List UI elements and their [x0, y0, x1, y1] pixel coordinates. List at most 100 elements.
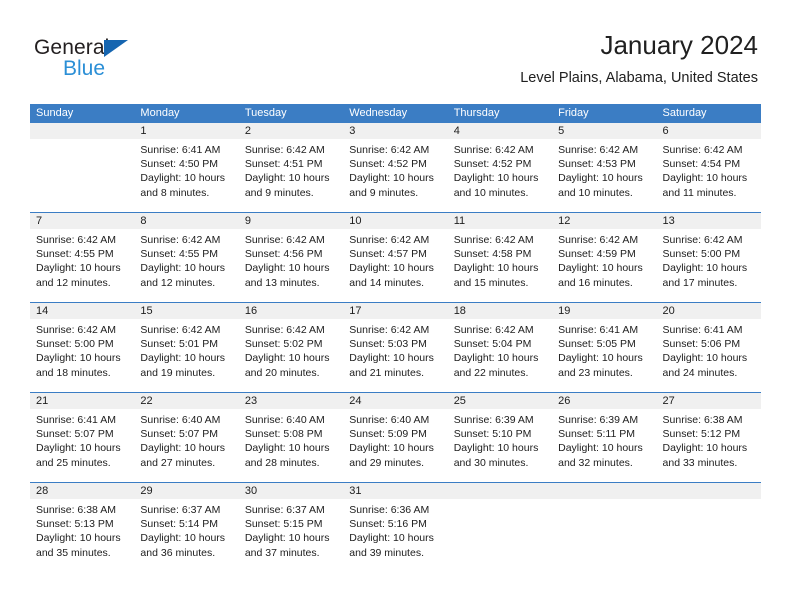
- day-number: [447, 483, 553, 499]
- week-row: 28 Sunrise: 6:38 AM Sunset: 5:13 PM Dayligh…: [30, 482, 761, 572]
- sunset-text: Sunset: 5:14 PM: [140, 518, 219, 531]
- day-cell[interactable]: 20 Sunrise: 6:41 AM Sunset: 5:06 PM Dayligh…: [656, 303, 761, 392]
- sunset-text: Sunset: 4:52 PM: [453, 158, 532, 171]
- day-cell[interactable]: 16 Sunrise: 6:42 AM Sunset: 5:02 PM Dayligh…: [238, 303, 344, 392]
- day-number: 7: [30, 213, 135, 229]
- day-cell[interactable]: 17 Sunrise: 6:42 AM Sunset: 5:03 PM Dayligh…: [343, 303, 448, 392]
- day-details: Sunrise: 6:42 AM Sunset: 5:01 PM Daylight:…: [134, 319, 238, 380]
- sunset-text: Sunset: 4:53 PM: [558, 158, 636, 171]
- sunset-text: Sunset: 5:06 PM: [662, 338, 741, 351]
- day-cell[interactable]: 8 Sunrise: 6:42 AM Sunset: 4:55 PM Daylight…: [134, 213, 239, 302]
- day-cell[interactable]: 28 Sunrise: 6:38 AM Sunset: 5:13 PM Dayligh…: [30, 483, 135, 572]
- day-cell[interactable]: 14 Sunrise: 6:42 AM Sunset: 5:00 PM Dayligh…: [30, 303, 135, 392]
- sunrise-text: Sunrise: 6:36 AM: [349, 504, 430, 516]
- day-number: 3: [343, 123, 448, 139]
- sunset-text: Sunset: 5:04 PM: [453, 338, 532, 351]
- day-cell[interactable]: 2 Sunrise: 6:42 AM Sunset: 4:51 PM Daylight…: [238, 123, 344, 212]
- day-cell[interactable]: 25 Sunrise: 6:39 AM Sunset: 5:10 PM Dayligh…: [447, 393, 553, 482]
- day-cell[interactable]: 24 Sunrise: 6:40 AM Sunset: 5:09 PM Dayligh…: [343, 393, 448, 482]
- calendar-weeks: 1 Sunrise: 6:41 AM Sunset: 4:50 PM Daylight…: [30, 123, 761, 572]
- sunset-text: Sunset: 4:55 PM: [36, 248, 114, 261]
- day-number: 25: [447, 393, 553, 409]
- daylight-text: Daylight: 10 hours and 14 minutes.: [349, 262, 434, 289]
- daylight-text: Daylight: 10 hours and 9 minutes.: [244, 172, 330, 199]
- day-details: Sunrise: 6:42 AM Sunset: 4:54 PM Daylight:…: [657, 139, 761, 200]
- day-cell[interactable]: 7 Sunrise: 6:42 AM Sunset: 4:55 PM Daylight…: [30, 213, 135, 302]
- general-blue-logo: General Blue: [34, 36, 214, 92]
- day-cell-empty: [552, 483, 657, 572]
- daylight-text: Daylight: 10 hours and 27 minutes.: [140, 442, 226, 469]
- sunset-text: Sunset: 5:01 PM: [140, 338, 219, 351]
- day-details: Sunrise: 6:42 AM Sunset: 4:53 PM Daylight:…: [552, 139, 656, 200]
- day-cell[interactable]: 23 Sunrise: 6:40 AM Sunset: 5:08 PM Dayligh…: [238, 393, 344, 482]
- day-details: Sunrise: 6:42 AM Sunset: 4:58 PM Daylight:…: [448, 229, 552, 290]
- week-row: 7 Sunrise: 6:42 AM Sunset: 4:55 PM Daylight…: [30, 212, 761, 302]
- day-number: 22: [134, 393, 239, 409]
- day-cell[interactable]: 5 Sunrise: 6:42 AM Sunset: 4:53 PM Daylight…: [552, 123, 657, 212]
- day-number: 2: [238, 123, 344, 139]
- weekday-header-saturday: Saturday: [662, 107, 707, 119]
- weekday-header-sunday: Sunday: [36, 107, 74, 119]
- day-details: Sunrise: 6:41 AM Sunset: 5:07 PM Daylight:…: [30, 409, 134, 470]
- day-cell[interactable]: 29 Sunrise: 6:37 AM Sunset: 5:14 PM Dayligh…: [134, 483, 239, 572]
- day-details: Sunrise: 6:39 AM Sunset: 5:11 PM Daylight:…: [552, 409, 656, 470]
- sunrise-text: Sunrise: 6:37 AM: [244, 504, 325, 516]
- sunrise-text: Sunrise: 6:42 AM: [558, 144, 639, 156]
- daylight-text: Daylight: 10 hours and 20 minutes.: [244, 352, 330, 379]
- day-cell[interactable]: 31 Sunrise: 6:36 AM Sunset: 5:16 PM Dayligh…: [343, 483, 448, 572]
- day-cell[interactable]: 27 Sunrise: 6:38 AM Sunset: 5:12 PM Dayligh…: [656, 393, 761, 482]
- sunrise-text: Sunrise: 6:39 AM: [453, 414, 534, 426]
- daylight-text: Daylight: 10 hours and 12 minutes.: [36, 262, 121, 289]
- day-cell[interactable]: 12 Sunrise: 6:42 AM Sunset: 4:59 PM Dayligh…: [552, 213, 657, 302]
- day-cell[interactable]: 1 Sunrise: 6:41 AM Sunset: 4:50 PM Daylight…: [134, 123, 239, 212]
- day-details: Sunrise: 6:36 AM Sunset: 5:16 PM Daylight:…: [343, 499, 447, 560]
- sunrise-text: Sunrise: 6:38 AM: [662, 414, 743, 426]
- day-cell[interactable]: 3 Sunrise: 6:42 AM Sunset: 4:52 PM Daylight…: [343, 123, 448, 212]
- sunrise-text: Sunrise: 6:42 AM: [558, 234, 639, 246]
- sunrise-text: Sunrise: 6:42 AM: [453, 234, 534, 246]
- day-number: 15: [134, 303, 239, 319]
- daylight-text: Daylight: 10 hours and 10 minutes.: [558, 172, 643, 199]
- day-details: Sunrise: 6:40 AM Sunset: 5:07 PM Daylight:…: [134, 409, 238, 470]
- daylight-text: Daylight: 10 hours and 22 minutes.: [453, 352, 539, 379]
- week-cells: 7 Sunrise: 6:42 AM Sunset: 4:55 PM Daylight…: [30, 213, 761, 302]
- sunrise-text: Sunrise: 6:40 AM: [140, 414, 221, 426]
- day-cell[interactable]: 13 Sunrise: 6:42 AM Sunset: 5:00 PM Dayligh…: [656, 213, 761, 302]
- day-cell[interactable]: 30 Sunrise: 6:37 AM Sunset: 5:15 PM Dayligh…: [238, 483, 344, 572]
- daylight-text: Daylight: 10 hours and 21 minutes.: [349, 352, 434, 379]
- day-number: 6: [656, 123, 761, 139]
- day-cell[interactable]: 11 Sunrise: 6:42 AM Sunset: 4:58 PM Dayligh…: [447, 213, 553, 302]
- daylight-text: Daylight: 10 hours and 37 minutes.: [244, 532, 330, 559]
- day-cell[interactable]: 21 Sunrise: 6:41 AM Sunset: 5:07 PM Dayligh…: [30, 393, 135, 482]
- sunset-text: Sunset: 5:07 PM: [36, 428, 114, 441]
- day-details: Sunrise: 6:41 AM Sunset: 5:05 PM Daylight:…: [552, 319, 656, 380]
- day-number: 31: [343, 483, 448, 499]
- day-details: Sunrise: 6:38 AM Sunset: 5:13 PM Daylight:…: [30, 499, 134, 560]
- day-cell[interactable]: 19 Sunrise: 6:41 AM Sunset: 5:05 PM Dayligh…: [552, 303, 657, 392]
- day-cell[interactable]: 18 Sunrise: 6:42 AM Sunset: 5:04 PM Dayligh…: [447, 303, 553, 392]
- sunrise-text: Sunrise: 6:37 AM: [140, 504, 221, 516]
- day-cell[interactable]: 10 Sunrise: 6:42 AM Sunset: 4:57 PM Dayligh…: [343, 213, 448, 302]
- day-details: Sunrise: 6:42 AM Sunset: 5:03 PM Daylight:…: [343, 319, 447, 380]
- sunrise-text: Sunrise: 6:42 AM: [36, 234, 116, 246]
- sunset-text: Sunset: 5:16 PM: [349, 518, 427, 531]
- sunset-text: Sunset: 4:57 PM: [349, 248, 427, 261]
- daylight-text: Daylight: 10 hours and 35 minutes.: [36, 532, 121, 559]
- sunrise-text: Sunrise: 6:38 AM: [36, 504, 116, 516]
- week-row: 1 Sunrise: 6:41 AM Sunset: 4:50 PM Daylight…: [30, 123, 761, 212]
- day-cell[interactable]: 22 Sunrise: 6:40 AM Sunset: 5:07 PM Dayligh…: [134, 393, 239, 482]
- day-cell[interactable]: 15 Sunrise: 6:42 AM Sunset: 5:01 PM Dayligh…: [134, 303, 239, 392]
- weekday-header-monday: Monday: [140, 107, 180, 119]
- daylight-text: Daylight: 10 hours and 12 minutes.: [140, 262, 226, 289]
- page-header: General Blue January 2024 Level Plains, …: [34, 28, 758, 98]
- day-details: Sunrise: 6:42 AM Sunset: 4:52 PM Daylight:…: [343, 139, 447, 200]
- daylight-text: Daylight: 10 hours and 33 minutes.: [662, 442, 748, 469]
- daylight-text: Daylight: 10 hours and 11 minutes.: [662, 172, 748, 199]
- day-cell-empty: [30, 123, 135, 212]
- day-cell[interactable]: 26 Sunrise: 6:39 AM Sunset: 5:11 PM Dayligh…: [552, 393, 657, 482]
- day-details: Sunrise: 6:41 AM Sunset: 4:50 PM Daylight:…: [134, 139, 238, 200]
- day-cell[interactable]: 9 Sunrise: 6:42 AM Sunset: 4:56 PM Daylight…: [238, 213, 344, 302]
- day-cell[interactable]: 4 Sunrise: 6:42 AM Sunset: 4:52 PM Daylight…: [447, 123, 553, 212]
- day-cell[interactable]: 6 Sunrise: 6:42 AM Sunset: 4:54 PM Daylight…: [656, 123, 761, 212]
- week-cells: 28 Sunrise: 6:38 AM Sunset: 5:13 PM Dayligh…: [30, 483, 761, 572]
